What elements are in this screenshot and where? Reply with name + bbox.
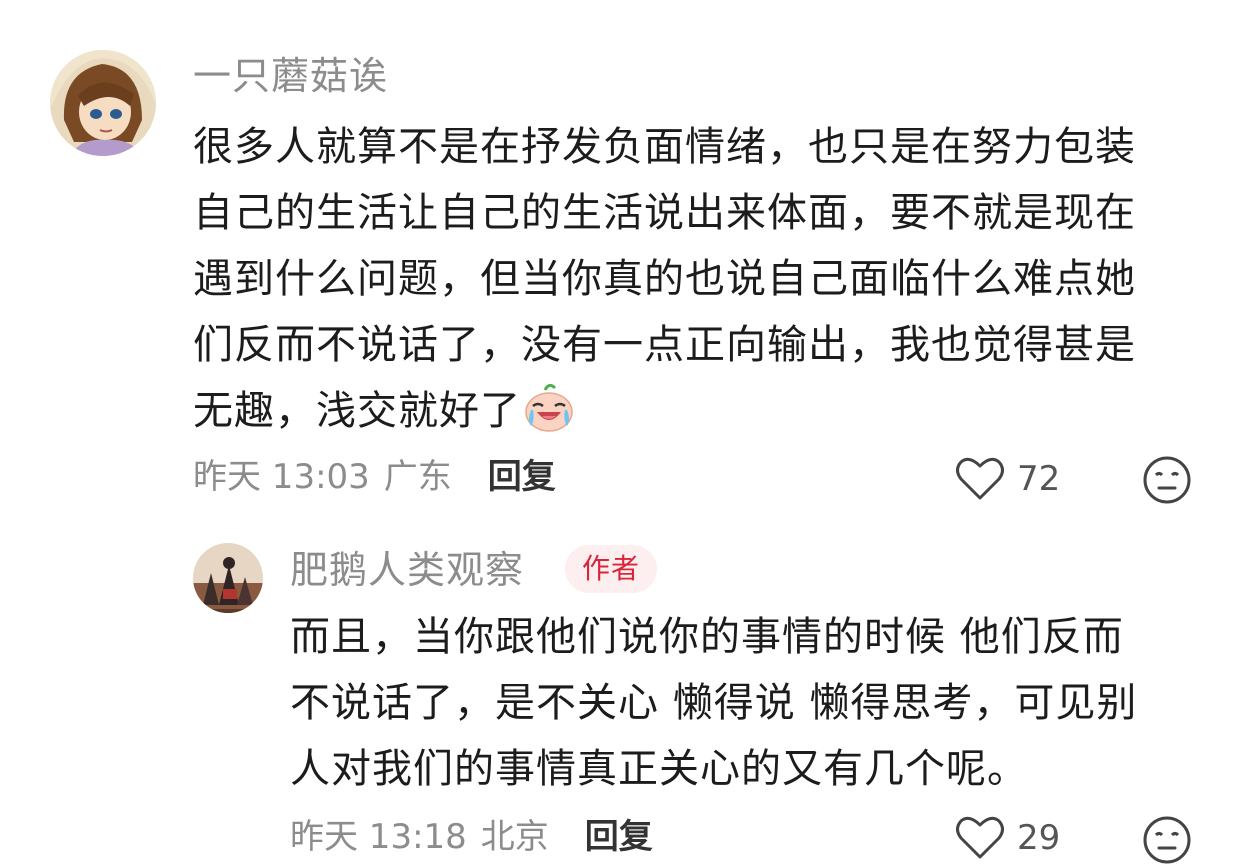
like-button[interactable]: 29 [955, 815, 1060, 861]
comment-meta: 昨天 13:03 广东 回复 [193, 457, 556, 497]
reply-text: 而且，当你跟他们说你的事情的时候 他们反而 不说话了，是不关心 懒得说 懒得思考… [290, 604, 1137, 802]
like-button[interactable]: 72 [955, 456, 1060, 502]
avatar[interactable] [50, 50, 156, 156]
reply-line: 而且，当你跟他们说你的事情的时候 他们反而 [290, 614, 1124, 660]
meh-face-icon[interactable] [1142, 455, 1192, 505]
reply-line: 人对我们的事情真正关心的又有几个呢。 [290, 746, 1028, 792]
avatar[interactable] [193, 543, 263, 613]
location: 广东 [383, 457, 452, 497]
crying-face-emoji [523, 382, 575, 434]
reply-button[interactable]: 回复 [585, 817, 653, 857]
username[interactable]: 肥鹅人类观察 [290, 548, 524, 592]
location: 北京 [480, 817, 549, 857]
comment-line: 很多人就算不是在抒发负面情绪，也只是在努力包装 [193, 124, 1136, 170]
avatar-image [193, 543, 263, 613]
reply-line: 不说话了，是不关心 懒得说 懒得思考，可见别 [290, 680, 1138, 726]
like-count: 29 [1017, 818, 1061, 858]
comment-line: 自己的生活让自己的生活说出来体面，要不就是现在 [193, 190, 1136, 236]
author-badge: 作者 [565, 545, 657, 593]
meh-face-icon[interactable] [1142, 815, 1192, 865]
heart-outline-icon [956, 457, 1004, 500]
reply-button[interactable]: 回复 [488, 457, 556, 497]
comment-line: 遇到什么问题，但当你真的也说自己面临什么难点她 [193, 256, 1136, 302]
heart-outline-icon [956, 816, 1004, 859]
comment-line-text: 无趣，浅交就好了 [193, 388, 521, 434]
username[interactable]: 一只蘑菇诶 [193, 54, 388, 98]
comment-text: 很多人就算不是在抒发负面情绪，也只是在努力包装 自己的生活让自己的生活说出来体面… [193, 114, 1136, 444]
reply-meta: 昨天 13:18 北京 回复 [290, 817, 653, 857]
comment-line-last: 无趣，浅交就好了 [193, 378, 1136, 444]
timestamp: 昨天 13:03 [193, 457, 370, 497]
avatar-image [50, 50, 156, 156]
comment-line: 们反而不说话了，没有一点正向输出，我也觉得甚是 [193, 322, 1136, 368]
timestamp: 昨天 13:18 [290, 817, 467, 857]
like-count: 72 [1017, 459, 1061, 499]
